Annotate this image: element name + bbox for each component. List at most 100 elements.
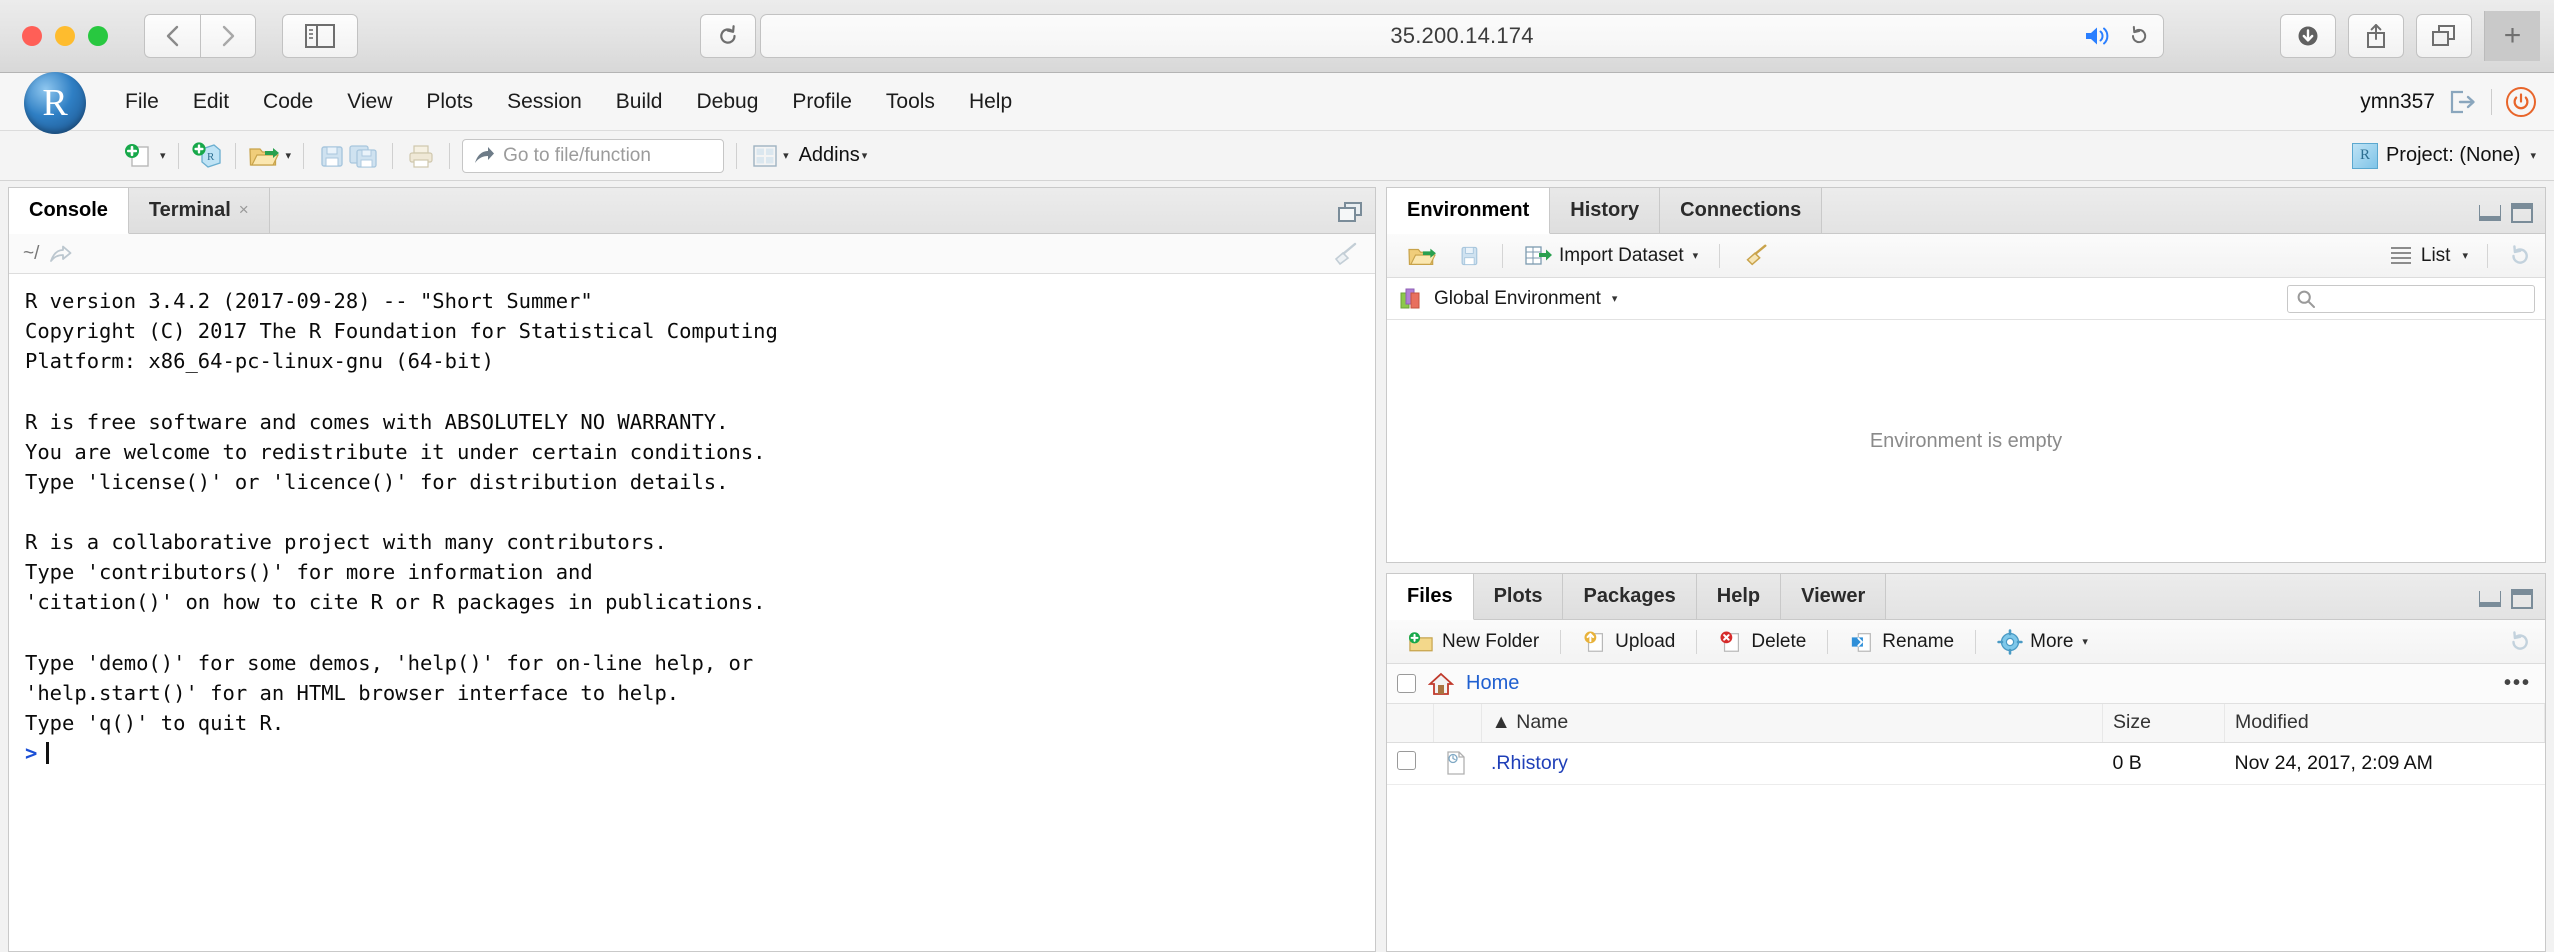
files-overflow-menu-icon[interactable]: ••• xyxy=(2504,672,2531,695)
browser-right-actions: + xyxy=(2280,11,2540,61)
chevron-right-icon xyxy=(222,25,235,47)
new-project-icon[interactable]: R xyxy=(191,141,223,171)
tab-files[interactable]: Files xyxy=(1387,574,1474,620)
menu-session[interactable]: Session xyxy=(490,84,599,120)
load-workspace-icon[interactable] xyxy=(1399,240,1445,272)
tab-environment[interactable]: Environment xyxy=(1387,188,1551,234)
console-maximize-icon[interactable] xyxy=(1337,201,1363,223)
open-file-dropdown-caret[interactable]: ▾ xyxy=(286,149,292,162)
new-file-icon[interactable] xyxy=(122,141,154,171)
row-checkbox[interactable] xyxy=(1397,750,1416,770)
global-environment-label[interactable]: Global Environment xyxy=(1434,288,1601,310)
global-environment-icon xyxy=(1399,287,1425,311)
menu-edit[interactable]: Edit xyxy=(176,84,246,120)
menu-plots[interactable]: Plots xyxy=(409,84,490,120)
menu-profile[interactable]: Profile xyxy=(775,84,869,120)
view-mode-icon[interactable] xyxy=(2390,247,2411,264)
menu-code[interactable]: Code xyxy=(246,84,330,120)
new-tab-button[interactable]: + xyxy=(2484,11,2540,61)
open-folder-icon[interactable] xyxy=(248,141,280,171)
tab-files-label: Files xyxy=(1407,585,1453,607)
pane-layout-caret[interactable]: ▾ xyxy=(783,149,789,162)
files-col-modified[interactable]: Modified xyxy=(2224,704,2545,743)
files-breadcrumb-row: Home ••• xyxy=(1387,664,2545,704)
view-mode-label[interactable]: List xyxy=(2421,245,2451,267)
share-button[interactable] xyxy=(2348,14,2404,58)
row-checkbox-cell xyxy=(1387,742,1433,785)
refresh-files-icon[interactable] xyxy=(2507,629,2533,655)
sign-out-icon[interactable] xyxy=(2449,90,2477,114)
menu-tools[interactable]: Tools xyxy=(869,84,952,120)
address-bar[interactable]: 35.200.14.174 xyxy=(760,14,2164,58)
files-maximize-icon[interactable] xyxy=(2511,589,2533,609)
tab-plots[interactable]: Plots xyxy=(1473,574,1564,619)
reload-icon xyxy=(720,25,736,44)
import-dataset-caret[interactable]: ▾ xyxy=(1693,249,1699,262)
project-caret[interactable]: ▾ xyxy=(2530,149,2536,162)
browser-toolbar: 35.200.14.174 + xyxy=(0,0,2554,73)
forward-button[interactable] xyxy=(200,14,256,58)
back-button[interactable] xyxy=(144,14,200,58)
rename-icon xyxy=(1849,630,1875,654)
goto-file-function-input[interactable]: Go to file/function xyxy=(462,138,725,173)
project-label: Project: (None) xyxy=(2385,144,2521,166)
menu-file[interactable]: File xyxy=(108,84,176,120)
minimize-window-button[interactable] xyxy=(55,26,75,46)
more-button[interactable]: More ▾ xyxy=(1989,626,2096,658)
upload-button[interactable]: Upload xyxy=(1574,627,1683,657)
tab-console[interactable]: Console xyxy=(9,188,129,234)
tab-overview-button[interactable] xyxy=(2416,14,2472,58)
maximize-window-button[interactable] xyxy=(88,26,108,46)
tab-connections[interactable]: Connections xyxy=(1660,188,1823,233)
new-file-dropdown-caret[interactable]: ▾ xyxy=(160,149,166,162)
pane-layout-icon[interactable] xyxy=(749,141,781,171)
import-dataset-button[interactable]: Import Dataset ▾ xyxy=(1516,241,1706,271)
environment-maximize-icon[interactable] xyxy=(2511,203,2533,223)
tab-viewer[interactable]: Viewer xyxy=(1781,574,1887,619)
view-in-new-window-icon[interactable] xyxy=(49,244,73,264)
files-minimize-icon[interactable] xyxy=(2479,591,2501,607)
tab-terminal[interactable]: Terminal × xyxy=(128,188,270,233)
close-terminal-icon[interactable]: × xyxy=(239,200,249,220)
r-logo-icon: R xyxy=(24,71,86,134)
power-quit-icon[interactable] xyxy=(2506,86,2536,117)
delete-button[interactable]: Delete xyxy=(1710,627,1814,657)
new-folder-button[interactable]: New Folder xyxy=(1399,627,1547,657)
project-selector[interactable]: R Project: (None) ▾ xyxy=(2351,142,2536,169)
select-all-checkbox[interactable] xyxy=(1397,674,1416,693)
tab-help[interactable]: Help xyxy=(1696,574,1782,619)
files-col-name[interactable]: ▲ Name xyxy=(1481,704,2103,743)
addins-caret[interactable]: ▾ xyxy=(862,149,868,162)
tab-packages[interactable]: Packages xyxy=(1563,574,1697,619)
files-col-size[interactable]: Size xyxy=(2102,704,2225,743)
page-reload-button[interactable] xyxy=(700,14,756,58)
environment-minimize-icon[interactable] xyxy=(2479,205,2501,221)
menu-build[interactable]: Build xyxy=(599,84,680,120)
table-row[interactable]: .Rhistory 0 B Nov 24, 2017, 2:09 AM xyxy=(1387,742,2545,785)
addins-button[interactable]: Addins xyxy=(799,144,860,167)
view-mode-caret[interactable]: ▾ xyxy=(2462,249,2468,262)
address-reload-icon[interactable] xyxy=(2127,24,2151,48)
breadcrumb-home-link[interactable]: Home xyxy=(1466,672,1519,695)
tab-environment-label: Environment xyxy=(1407,199,1530,221)
clear-console-icon[interactable] xyxy=(1329,242,1359,266)
toolbar-divider-3 xyxy=(303,142,305,169)
environment-search-input[interactable] xyxy=(2287,284,2535,313)
save-workspace-icon[interactable] xyxy=(1449,240,1489,272)
close-window-button[interactable] xyxy=(22,26,42,46)
refresh-environment-icon[interactable] xyxy=(2507,243,2533,269)
file-name-link[interactable]: .Rhistory xyxy=(1491,752,1568,774)
audio-playing-icon[interactable] xyxy=(2083,24,2113,48)
tab-history[interactable]: History xyxy=(1550,188,1661,233)
rename-button[interactable]: Rename xyxy=(1841,627,1962,657)
more-caret[interactable]: ▾ xyxy=(2082,635,2088,648)
downloads-button[interactable] xyxy=(2280,14,2336,58)
menu-help[interactable]: Help xyxy=(952,84,1029,120)
menu-view[interactable]: View xyxy=(330,84,409,120)
console-output[interactable]: R version 3.4.2 (2017-09-28) -- "Short S… xyxy=(9,274,1375,951)
show-sidebar-button[interactable] xyxy=(282,14,358,58)
clear-environment-icon[interactable] xyxy=(1733,240,1777,272)
menu-debug[interactable]: Debug xyxy=(679,84,775,120)
global-environment-caret[interactable]: ▾ xyxy=(1612,292,1618,305)
new-folder-icon xyxy=(1407,630,1435,654)
